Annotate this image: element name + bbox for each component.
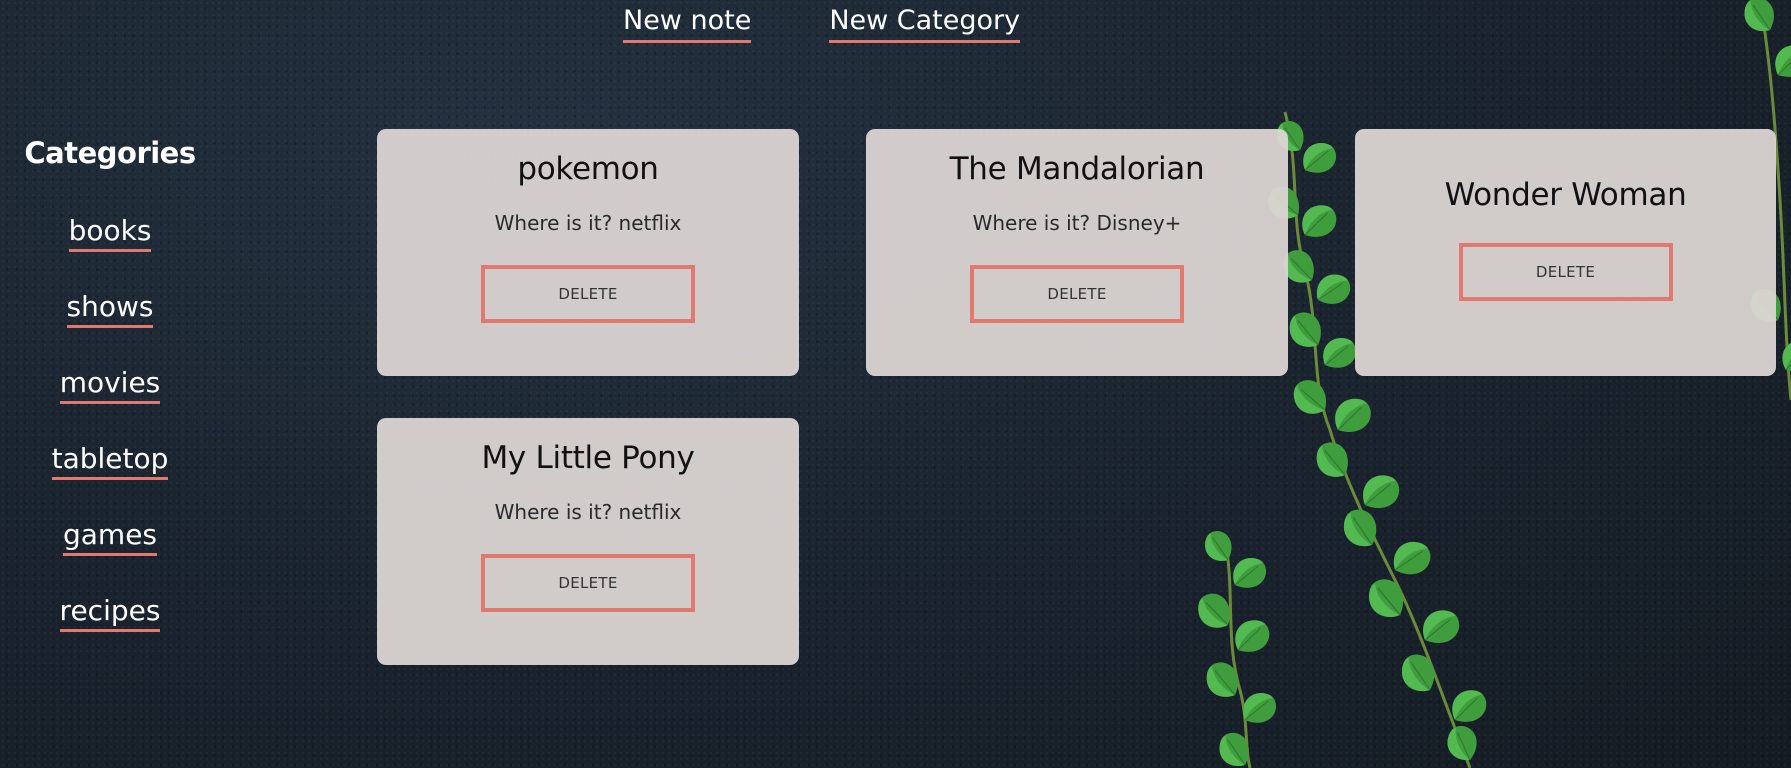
top-nav: New note New Category — [623, 4, 1021, 43]
note-card-mandalorian: The Mandalorian Where is it? Disney+ DEL… — [866, 129, 1288, 376]
delete-button[interactable]: DELETE — [481, 265, 695, 323]
delete-button[interactable]: DELETE — [1458, 243, 1673, 301]
new-category-link[interactable]: New Category — [829, 4, 1021, 43]
category-link-tabletop[interactable]: tabletop — [51, 442, 169, 480]
category-link-games[interactable]: games — [62, 518, 158, 556]
category-link-shows[interactable]: shows — [66, 290, 154, 328]
note-title: My Little Pony — [481, 440, 695, 476]
note-card-my-little-pony: My Little Pony Where is it? netflix DELE… — [377, 418, 799, 665]
note-card-pokemon: pokemon Where is it? netflix DELETE — [377, 129, 799, 376]
note-title: The Mandalorian — [949, 151, 1205, 187]
delete-button[interactable]: DELETE — [481, 554, 695, 612]
category-link-books[interactable]: books — [68, 214, 152, 252]
note-location: Where is it? Disney+ — [972, 211, 1182, 235]
note-card-wonder-woman: Wonder Woman DELETE — [1355, 129, 1776, 376]
delete-button[interactable]: DELETE — [970, 265, 1184, 323]
note-location: Where is it? netflix — [494, 211, 682, 235]
sidebar-title: Categories — [24, 136, 196, 170]
vine-background-image — [1189, 0, 1791, 768]
categories-sidebar: Categories books shows movies tabletop g… — [0, 136, 220, 670]
category-link-recipes[interactable]: recipes — [59, 594, 161, 632]
new-note-link[interactable]: New note — [623, 4, 752, 43]
note-title: pokemon — [517, 151, 659, 187]
note-location: Where is it? netflix — [494, 500, 682, 524]
category-link-movies[interactable]: movies — [59, 366, 161, 404]
note-title: Wonder Woman — [1444, 177, 1687, 213]
